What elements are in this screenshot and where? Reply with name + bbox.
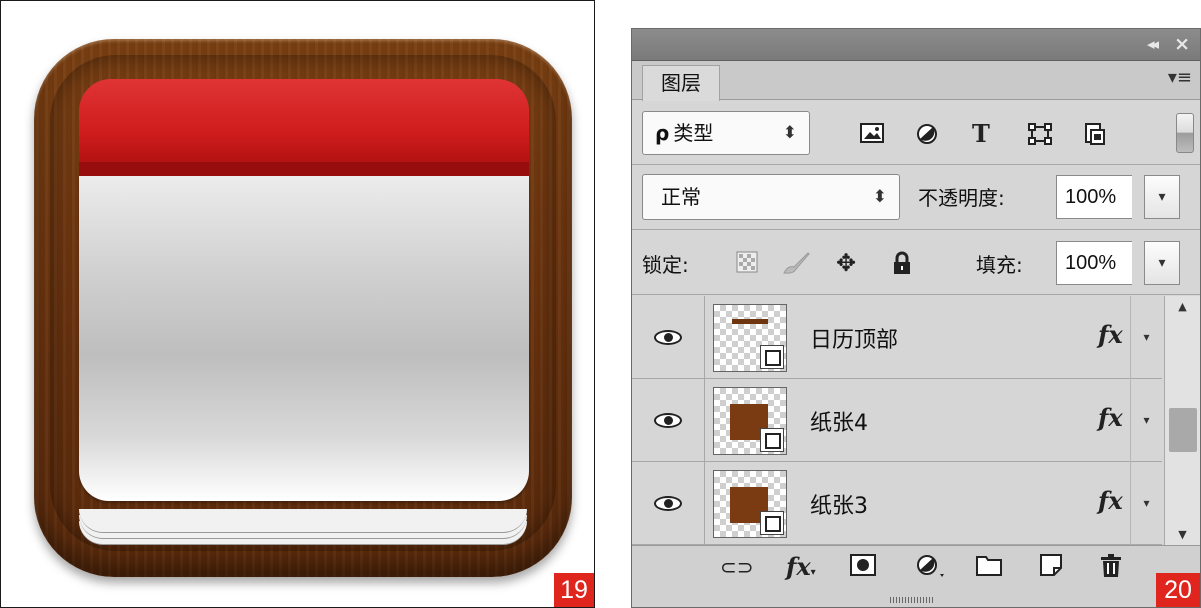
eye-icon bbox=[654, 413, 682, 428]
opacity-field[interactable]: 100% bbox=[1056, 175, 1132, 219]
fx-icon[interactable]: fx bbox=[1098, 320, 1123, 349]
filter-toggle-switch[interactable] bbox=[1176, 113, 1194, 153]
layer-thumbnail bbox=[713, 304, 787, 372]
layer-name[interactable]: 纸张3 bbox=[810, 488, 868, 520]
eye-icon bbox=[654, 330, 682, 345]
opacity-dropdown-icon[interactable]: ▾ bbox=[1144, 175, 1180, 219]
paper-sheet bbox=[79, 509, 527, 533]
shape-layer-badge-icon bbox=[760, 345, 784, 369]
adjustment-layer-icon[interactable] bbox=[916, 554, 946, 585]
layer-row[interactable]: 纸张4 fx ▾ bbox=[632, 379, 1162, 462]
fx-icon[interactable]: fx bbox=[1098, 486, 1123, 515]
effects-expand-icon[interactable]: ▾ bbox=[1130, 462, 1162, 545]
fill-label: 填充: bbox=[976, 253, 1023, 277]
filter-kind-label: 类型 bbox=[673, 121, 714, 145]
collapse-icon[interactable]: ◂◂ bbox=[1147, 35, 1159, 53]
blend-row: 正常 ⬍ 不透明度: 100% ▾ bbox=[632, 166, 1200, 230]
calendar-icon-figure: 19 bbox=[0, 0, 595, 608]
fx-icon[interactable]: fx▾ bbox=[786, 554, 816, 586]
mask-icon[interactable] bbox=[850, 554, 876, 583]
tab-layers[interactable]: 图层 bbox=[642, 65, 720, 101]
layers-panel: ◂◂ × 图层 ▾≡ ρ 类型 ⬍ T 正常 ⬍ 不透明度: 100% ▾ 锁定… bbox=[631, 28, 1201, 608]
eye-icon bbox=[654, 496, 682, 511]
smart-object-icon[interactable] bbox=[1084, 123, 1106, 150]
calendar-page bbox=[79, 176, 529, 501]
layer-name[interactable]: 纸张4 bbox=[810, 405, 868, 437]
visibility-toggle[interactable] bbox=[632, 462, 705, 545]
panel-menu-icon[interactable]: ▾≡ bbox=[1168, 67, 1192, 88]
close-icon[interactable]: × bbox=[1174, 33, 1190, 55]
panel-titlebar: ◂◂ × bbox=[632, 29, 1200, 61]
opacity-label: 不透明度: bbox=[918, 186, 1005, 210]
layer-thumbnail bbox=[713, 387, 787, 455]
fx-icon[interactable]: fx bbox=[1098, 403, 1123, 432]
new-layer-icon[interactable] bbox=[1040, 554, 1062, 583]
adjustment-icon[interactable] bbox=[916, 123, 938, 150]
updown-arrows-icon: ⬍ bbox=[872, 187, 887, 207]
resize-grip[interactable] bbox=[890, 597, 934, 603]
updown-arrows-icon: ⬍ bbox=[782, 123, 797, 143]
folder-icon[interactable] bbox=[976, 554, 1002, 583]
blend-mode-value: 正常 bbox=[661, 185, 701, 209]
calendar-red-header bbox=[79, 79, 529, 176]
figure-number-badge: 19 bbox=[554, 573, 594, 607]
figure-number-badge: 20 bbox=[1156, 573, 1200, 607]
scroll-up-icon[interactable]: ▲ bbox=[1165, 300, 1200, 313]
effects-expand-icon[interactable]: ▾ bbox=[1130, 296, 1162, 379]
lock-transparency-icon[interactable] bbox=[736, 251, 758, 280]
fill-field[interactable]: 100% bbox=[1056, 241, 1132, 285]
lock-label: 锁定: bbox=[642, 253, 689, 277]
type-icon[interactable]: T bbox=[972, 122, 990, 146]
scrollbar-thumb[interactable] bbox=[1169, 408, 1197, 452]
layer-row[interactable]: 纸张3 fx ▾ bbox=[632, 462, 1162, 545]
layers-list: 日历顶部 fx ▾ 纸张4 fx ▾ 纸张3 fx ▾ bbox=[632, 296, 1162, 545]
blend-mode-select[interactable]: 正常 ⬍ bbox=[642, 174, 900, 220]
shape-layer-badge-icon bbox=[760, 428, 784, 452]
panel-tab-row: 图层 ▾≡ bbox=[632, 61, 1200, 101]
layers-scrollbar[interactable]: ▲ ▼ bbox=[1164, 296, 1200, 545]
lock-move-icon[interactable]: ✥ bbox=[836, 251, 856, 275]
scroll-down-icon[interactable]: ▼ bbox=[1165, 528, 1200, 541]
trash-icon[interactable] bbox=[1100, 554, 1122, 585]
filter-kind-select[interactable]: ρ 类型 ⬍ bbox=[642, 111, 810, 155]
image-icon[interactable] bbox=[860, 123, 884, 148]
lock-all-icon[interactable] bbox=[892, 251, 912, 282]
shape-icon[interactable] bbox=[1028, 123, 1052, 150]
shape-layer-badge-icon bbox=[760, 511, 784, 535]
layer-name[interactable]: 日历顶部 bbox=[810, 322, 898, 354]
thumbnail-shape bbox=[732, 319, 768, 324]
layer-row[interactable]: 日历顶部 fx ▾ bbox=[632, 296, 1162, 379]
panel-bottom-toolbar: ⊂⊃ fx▾ bbox=[632, 545, 1200, 607]
search-icon: ρ bbox=[655, 121, 670, 145]
visibility-toggle[interactable] bbox=[632, 296, 705, 379]
link-icon[interactable]: ⊂⊃ bbox=[720, 554, 754, 580]
lock-row: 锁定: ✥ 填充: 100% ▾ bbox=[632, 231, 1200, 295]
filter-row: ρ 类型 ⬍ T bbox=[632, 101, 1200, 165]
visibility-toggle[interactable] bbox=[632, 379, 705, 462]
lock-brush-icon[interactable] bbox=[782, 251, 810, 282]
effects-expand-icon[interactable]: ▾ bbox=[1130, 379, 1162, 462]
layer-thumbnail bbox=[713, 470, 787, 538]
fill-dropdown-icon[interactable]: ▾ bbox=[1144, 241, 1180, 285]
